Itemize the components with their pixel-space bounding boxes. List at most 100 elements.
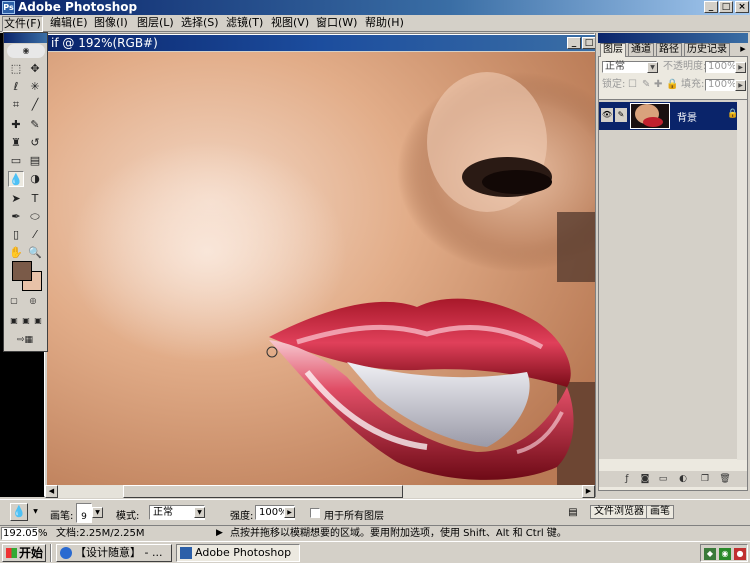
clone-stamp-tool-icon[interactable]: ♜ xyxy=(8,135,24,151)
tray-app-icon[interactable]: ◉ xyxy=(719,548,731,560)
start-button[interactable]: 开始 xyxy=(2,544,46,562)
lasso-tool-icon[interactable]: ℓ xyxy=(8,79,24,95)
all-layers-checkbox[interactable] xyxy=(310,508,320,518)
lock-all-icon[interactable]: 🔒 xyxy=(666,78,678,92)
slice-tool-icon[interactable]: ╱ xyxy=(27,97,43,113)
tab-file-browser[interactable]: 文件浏览器 xyxy=(590,505,648,519)
lock-move-icon[interactable]: ✚ xyxy=(654,78,662,92)
quick-mask-off-icon[interactable]: ▢ xyxy=(8,295,20,307)
healing-brush-tool-icon[interactable]: ✚ xyxy=(8,117,24,133)
tray-network-icon[interactable]: ◆ xyxy=(704,548,716,560)
menu-help[interactable]: 帮助(H) xyxy=(365,16,404,30)
marquee-tool-icon[interactable]: ⬚ xyxy=(8,61,24,77)
tab-paths[interactable]: 路径 xyxy=(656,43,682,57)
eyedropper-tool-icon[interactable]: ⁄ xyxy=(27,227,43,243)
brush-link-icon[interactable]: ✎ xyxy=(615,108,627,122)
pen-tool-icon[interactable]: ✒ xyxy=(8,209,24,225)
zoom-tool-icon[interactable]: 🔍 xyxy=(27,245,43,261)
menu-file[interactable]: 文件(F) xyxy=(2,16,43,32)
menu-layer[interactable]: 图层(L) xyxy=(137,16,174,30)
new-layer-icon[interactable]: ❐ xyxy=(699,473,711,485)
photoshop-eye-logo-icon[interactable]: ◉ xyxy=(7,44,45,58)
zoom-field[interactable]: 192.05% xyxy=(1,527,48,540)
foreground-color-swatch[interactable] xyxy=(12,261,32,281)
maximize-button[interactable]: □ xyxy=(719,1,733,13)
tray-antivirus-icon[interactable]: ● xyxy=(734,548,746,560)
menu-select[interactable]: 选择(S) xyxy=(181,16,219,30)
eraser-tool-icon[interactable]: ▭ xyxy=(8,153,24,169)
screen-mode-full-icon[interactable]: ▣ xyxy=(32,315,44,327)
close-button[interactable]: × xyxy=(735,1,749,13)
lock-brush-icon[interactable]: ✎ xyxy=(642,78,650,92)
menu-window[interactable]: 窗口(W) xyxy=(316,16,357,30)
tools-palette-titlebar[interactable] xyxy=(4,33,47,43)
fill-field[interactable]: 100% xyxy=(705,79,737,91)
scroll-left-arrow-icon[interactable]: ◀ xyxy=(45,485,58,498)
blend-mode-dropdown-icon[interactable]: ▼ xyxy=(647,62,658,73)
palette-menu-arrow-icon[interactable]: ▶ xyxy=(738,44,748,54)
tool-preset-blur-icon[interactable]: 💧 xyxy=(10,503,28,521)
trash-icon[interactable]: 🗑 xyxy=(719,473,731,485)
menu-bar: 文件(F) 编辑(E) 图像(I) 图层(L) 选择(S) 滤镜(T) 视图(V… xyxy=(0,15,750,32)
type-tool-icon[interactable]: T xyxy=(27,191,43,207)
screen-mode-full-menu-icon[interactable]: ▣ xyxy=(20,315,32,327)
blend-row: 正常 ▼ 不透明度: 100% ▶ xyxy=(599,60,747,74)
tab-layers[interactable]: 图层 xyxy=(600,43,626,57)
layers-palette-titlebar[interactable] xyxy=(598,33,748,43)
eye-icon[interactable]: 👁 xyxy=(601,108,613,122)
image-canvas[interactable] xyxy=(47,52,595,485)
history-brush-tool-icon[interactable]: ↺ xyxy=(27,135,43,151)
doc-maximize-button[interactable]: □ xyxy=(582,37,596,49)
document-window[interactable]: if @ 192%(RGB#) _ □ ◀ ▶ xyxy=(44,34,596,498)
scroll-right-arrow-icon[interactable]: ▶ xyxy=(582,485,595,498)
fill-dropdown-icon[interactable]: ▶ xyxy=(735,80,746,91)
scroll-thumb[interactable] xyxy=(123,485,403,498)
document-titlebar[interactable]: if @ 192%(RGB#) _ □ xyxy=(45,35,596,51)
path-selection-tool-icon[interactable]: ➤ xyxy=(8,191,24,207)
opacity-field[interactable]: 100% xyxy=(705,61,737,73)
screen-mode-standard-icon[interactable]: ▣ xyxy=(8,315,20,327)
move-tool-icon[interactable]: ✥ xyxy=(27,61,43,77)
palette-well-icon[interactable]: ▤ xyxy=(566,506,580,520)
crop-tool-icon[interactable]: ⌗ xyxy=(8,97,24,113)
layers-vertical-scrollbar[interactable] xyxy=(737,100,747,460)
minimize-button[interactable]: _ xyxy=(704,1,718,13)
canvas-horizontal-scrollbar[interactable]: ◀ ▶ xyxy=(45,485,595,498)
blur-tool-icon[interactable]: 💧 xyxy=(8,171,24,187)
layer-style-icon[interactable]: ƒ xyxy=(621,473,633,485)
layer-list: 👁 ✎ 背景 🔒 xyxy=(599,99,747,460)
opacity-dropdown-icon[interactable]: ▶ xyxy=(735,62,746,73)
shape-tool-icon[interactable]: ⬭ xyxy=(27,209,43,225)
menu-filter[interactable]: 滤镜(T) xyxy=(226,16,263,30)
adjustment-layer-icon[interactable]: ◐ xyxy=(677,473,689,485)
layer-row-background[interactable]: 👁 ✎ 背景 🔒 xyxy=(599,102,738,130)
taskbar-photoshop-button[interactable]: Adobe Photoshop xyxy=(176,544,300,562)
brush-tool-icon[interactable]: ✎ xyxy=(27,117,43,133)
menu-view[interactable]: 视图(V) xyxy=(271,16,309,30)
new-set-icon[interactable]: ▭ xyxy=(657,473,669,485)
taskbar-browser-button[interactable]: 【设计随意】 - ... xyxy=(56,544,172,562)
app-titlebar: Ps Adobe Photoshop _ □ × xyxy=(0,0,750,15)
dodge-tool-icon[interactable]: ◑ xyxy=(27,171,43,187)
magic-wand-tool-icon[interactable]: ✳ xyxy=(27,79,43,95)
jump-to-imageready-icon[interactable]: ⇨▦ xyxy=(8,333,42,347)
menu-image[interactable]: 图像(I) xyxy=(94,16,128,30)
brush-size-preview[interactable]: 9 xyxy=(76,503,92,523)
lock-transparency-icon[interactable]: ☐ xyxy=(628,78,637,92)
layer-mask-icon[interactable]: ◙ xyxy=(639,473,651,485)
menu-edit[interactable]: 编辑(E) xyxy=(50,16,88,30)
status-arrow-icon[interactable]: ▶ xyxy=(216,527,223,540)
all-layers-label: 用于所有图层 xyxy=(324,511,384,522)
mode-dropdown-icon[interactable]: ▼ xyxy=(194,507,205,518)
tab-brushes[interactable]: 画笔 xyxy=(646,505,674,519)
tool-preset-dropdown-icon[interactable]: ▼ xyxy=(30,507,41,518)
tab-channels[interactable]: 通道 xyxy=(628,43,654,57)
strength-dropdown-icon[interactable]: ▶ xyxy=(284,507,295,518)
doc-minimize-button[interactable]: _ xyxy=(567,37,581,49)
notes-tool-icon[interactable]: ▯ xyxy=(8,227,24,243)
tab-history[interactable]: 历史记录 xyxy=(684,43,730,57)
brush-dropdown-icon[interactable]: ▼ xyxy=(92,507,103,518)
quick-mask-on-icon[interactable]: ◎ xyxy=(27,295,39,307)
gradient-tool-icon[interactable]: ▤ xyxy=(27,153,43,169)
hand-tool-icon[interactable]: ✋ xyxy=(8,245,24,261)
